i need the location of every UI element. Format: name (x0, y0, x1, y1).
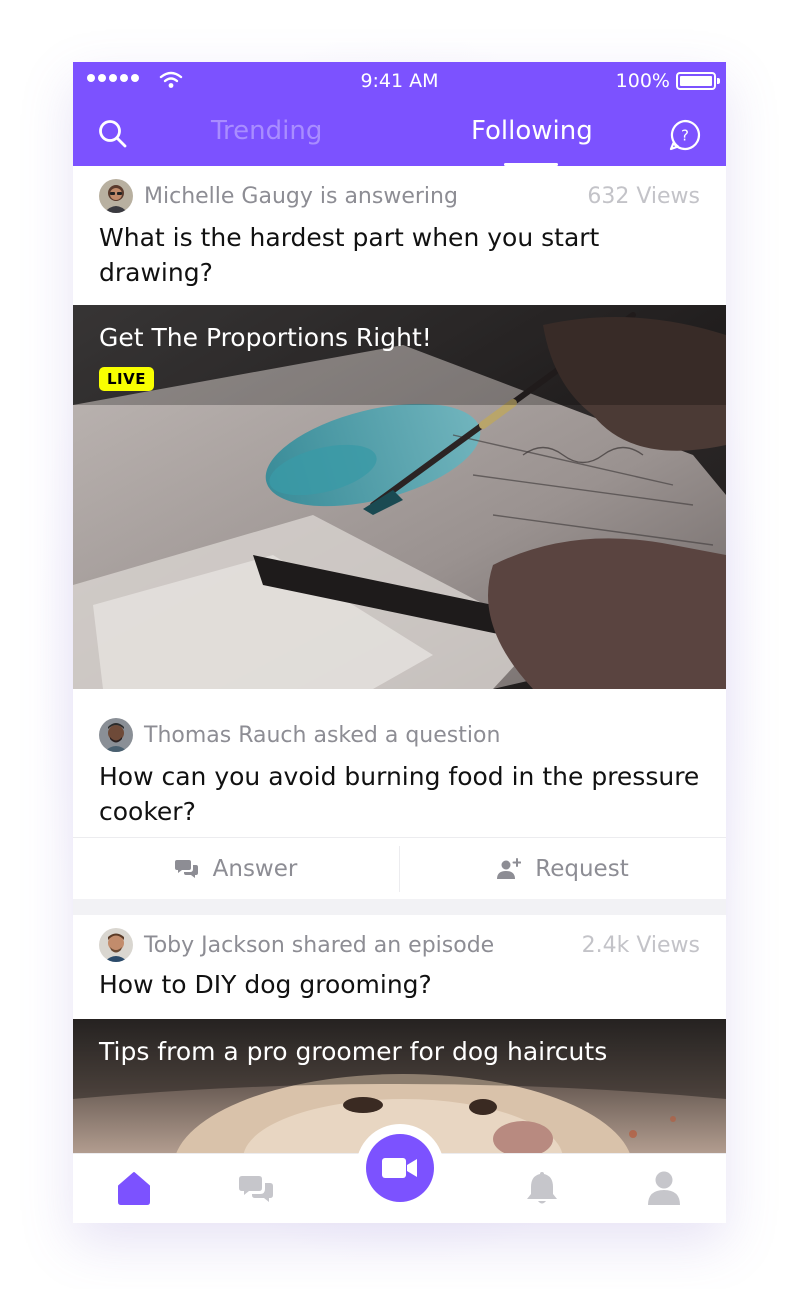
profile-icon[interactable] (647, 1170, 681, 1206)
battery-icon (676, 72, 720, 90)
chat-bubbles-icon (174, 860, 198, 878)
feed-tabs: Trending Following ? (73, 106, 726, 166)
svg-text:?: ? (681, 127, 689, 145)
app-header: 9:41 AM 100% Trending Following ? (73, 62, 726, 166)
feed-card-episode[interactable]: Toby Jackson shared an episode 2.4k View… (73, 915, 726, 1159)
avatar[interactable] (99, 718, 133, 752)
view-count: 2.4k Views (581, 932, 700, 958)
avatar[interactable] (99, 928, 133, 962)
bell-icon[interactable] (526, 1170, 558, 1206)
record-button-wrapper (356, 1124, 444, 1212)
feed-card-live-answer[interactable]: Michelle Gaugy is answering 632 Views Wh… (73, 166, 726, 750)
author-line: Thomas Rauch asked a question (144, 722, 501, 748)
answer-button-label: Answer (212, 856, 298, 882)
battery-percentage: 100% (615, 70, 670, 92)
chat-bubbles-icon[interactable] (239, 1174, 275, 1206)
video-camera-icon (382, 1158, 417, 1178)
question-title[interactable]: How to DIY dog grooming? (99, 967, 700, 1002)
live-badge: LIVE (99, 367, 154, 391)
live-video-thumbnail[interactable]: Get The Proportions Right! LIVE (73, 305, 726, 689)
tab-trending[interactable]: Trending (211, 116, 322, 146)
episode-title: Tips from a pro groomer for dog haircuts (99, 1037, 608, 1066)
request-button[interactable]: Request (400, 838, 726, 900)
painting-artwork-image (73, 305, 726, 689)
answer-button[interactable]: Answer (73, 838, 399, 900)
request-button-label: Request (535, 856, 629, 882)
feed-card-question[interactable]: Thomas Rauch asked a question How can yo… (73, 707, 726, 899)
question-actions: Answer Request (73, 837, 726, 899)
search-icon[interactable] (97, 118, 129, 150)
help-question-icon[interactable]: ? (668, 118, 702, 152)
author-line: Michelle Gaugy is answering (144, 183, 458, 209)
phone-screen: 9:41 AM 100% Trending Following ? Michel… (73, 62, 726, 1223)
view-count: 632 Views (587, 183, 700, 209)
question-title[interactable]: What is the hardest part when you start … (99, 220, 700, 290)
add-person-icon (497, 858, 522, 879)
card-meta: Toby Jackson shared an episode 2.4k View… (99, 927, 700, 963)
bottom-nav (73, 1124, 726, 1223)
live-stream-title: Get The Proportions Right! (99, 323, 432, 352)
author-line: Toby Jackson shared an episode (144, 932, 495, 958)
tab-following[interactable]: Following (471, 116, 593, 146)
card-meta: Michelle Gaugy is answering 632 Views (99, 178, 700, 214)
record-video-button[interactable] (366, 1134, 434, 1202)
avatar[interactable] (99, 179, 133, 213)
question-title[interactable]: How can you avoid burning food in the pr… (99, 759, 700, 829)
status-bar: 9:41 AM 100% (73, 62, 726, 100)
home-icon[interactable] (116, 1170, 152, 1206)
card-meta: Thomas Rauch asked a question (99, 717, 700, 753)
